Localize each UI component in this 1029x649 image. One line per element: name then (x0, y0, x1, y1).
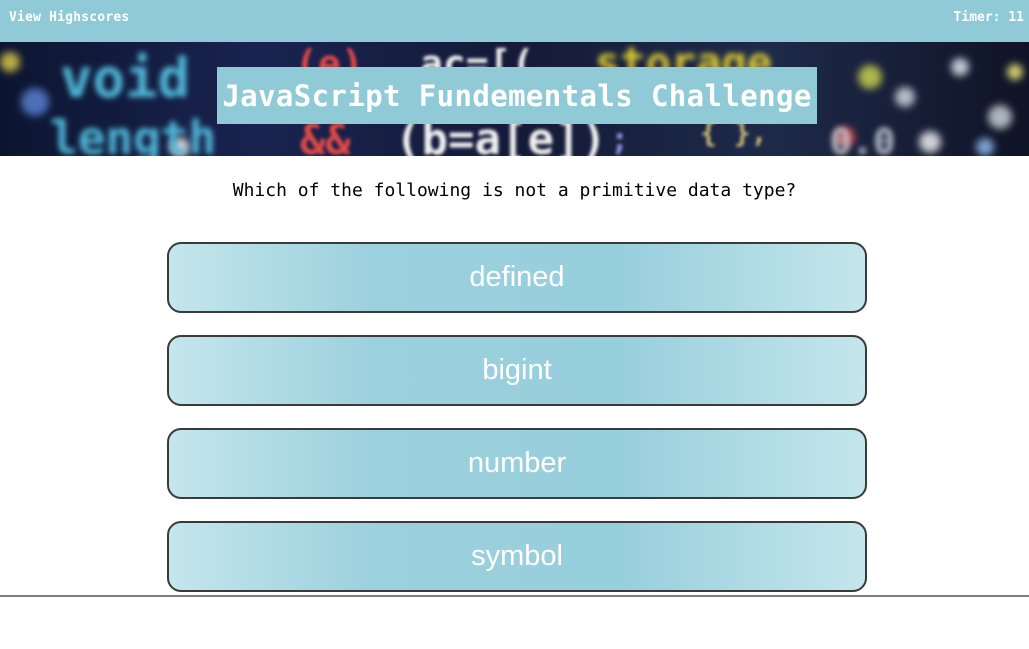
timer-label: Timer: (953, 10, 1001, 25)
svg-text:void: void (60, 47, 190, 110)
answer-label: bigint (482, 354, 552, 386)
answer-label: defined (469, 261, 565, 293)
title-box: JavaScript Fundementals Challenge (217, 67, 817, 124)
code-banner: void length storage 0.0 (e) ac=[( && (b=… (0, 42, 1029, 156)
divider (0, 595, 1029, 597)
answer-label: number (467, 447, 567, 479)
answer-button-symbol[interactable]: symbol (167, 521, 867, 592)
timer-value: 11 (1008, 10, 1024, 25)
answer-button-number[interactable]: number (167, 428, 867, 499)
svg-text:;: ; (610, 120, 629, 156)
answer-button-bigint[interactable]: bigint (167, 335, 867, 406)
top-bar: View Highscores Timer: 11 (0, 0, 1029, 42)
answer-button-defined[interactable]: defined (167, 242, 867, 313)
question-text: Which of the following is not a primitiv… (232, 180, 797, 201)
answer-list: defined bigint number symbol (167, 242, 867, 614)
answer-label: symbol (471, 540, 563, 572)
page-title: JavaScript Fundementals Challenge (222, 78, 812, 113)
timer-display: Timer: 11 (954, 10, 1024, 25)
svg-text:length: length (50, 111, 216, 156)
view-highscores-link[interactable]: View Highscores (9, 10, 129, 25)
svg-text:0.0: 0.0 (830, 122, 895, 156)
